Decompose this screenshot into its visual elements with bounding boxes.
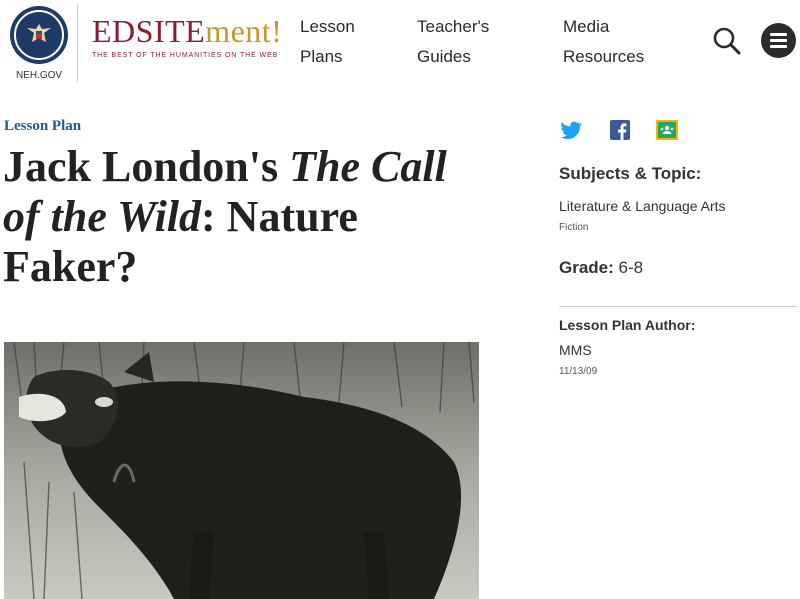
nav-label: Teacher's <box>417 17 490 36</box>
logo-wordmark-accent: ment! <box>205 13 283 49</box>
page-title: Jack London's The Call of the Wild: Natu… <box>3 142 473 292</box>
logo-tagline: THE BEST OF THE HUMANITIES ON THE WEB <box>92 52 279 59</box>
google-classroom-icon[interactable] <box>655 118 679 142</box>
neh-seal-icon <box>10 6 68 64</box>
nav-label: Media <box>563 17 610 36</box>
neh-gov-label: NEH.GOV <box>15 70 63 81</box>
nav-label: Lesson <box>300 17 355 36</box>
grade-label: Grade: <box>559 258 614 277</box>
neh-seal-link[interactable]: NEH.GOV <box>8 6 70 86</box>
grade-row: Grade: 6-8 <box>559 258 643 278</box>
header-divider <box>77 4 78 82</box>
nav-teachers-guides[interactable]: Teacher's Guides <box>417 12 489 72</box>
nav-label: Resources <box>563 47 645 66</box>
hero-image <box>4 342 479 599</box>
twitter-icon[interactable] <box>558 118 583 142</box>
search-icon[interactable] <box>712 26 742 56</box>
grade-value: 6-8 <box>618 258 644 277</box>
subject-link[interactable]: Literature & Language Arts <box>559 198 726 214</box>
site-header: NEH.GOV EDSITEment! THE BEST OF THE HUMA… <box>0 0 800 88</box>
author-name: MMS <box>559 342 592 358</box>
topic-link[interactable]: Fiction <box>559 222 588 233</box>
sidebar-divider <box>559 306 797 307</box>
subjects-heading: Subjects & Topic: <box>559 164 702 183</box>
publish-date: 11/13/09 <box>559 366 598 377</box>
hamburger-menu-icon[interactable] <box>761 23 796 58</box>
nav-lesson-plans[interactable]: Lesson Plans <box>300 12 355 72</box>
nav-label: Guides <box>417 47 471 66</box>
nav-label: Plans <box>300 47 343 66</box>
author-heading: Lesson Plan Author: <box>559 317 696 333</box>
logo-wordmark: EDSITE <box>92 13 206 49</box>
title-part1: Jack London's <box>3 142 290 191</box>
content-type-label: Lesson Plan <box>4 118 82 134</box>
nav-media-resources[interactable]: Media Resources <box>563 12 644 72</box>
facebook-icon[interactable] <box>608 118 632 142</box>
edsitement-logo[interactable]: EDSITEment! THE BEST OF THE HUMANITIES O… <box>92 14 288 66</box>
